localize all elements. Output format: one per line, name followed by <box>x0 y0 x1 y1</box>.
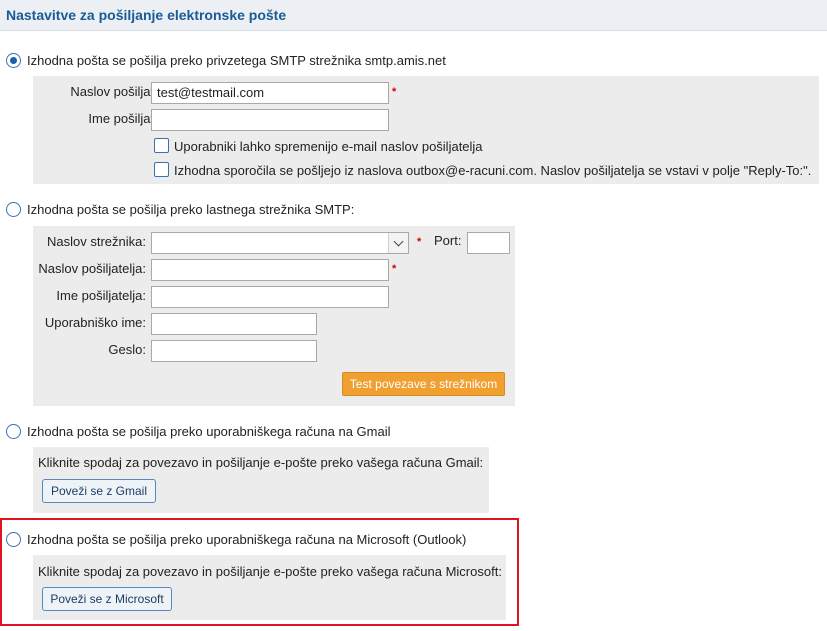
connect-microsoft-button[interactable]: Poveži se z Microsoft <box>42 587 172 611</box>
username-label: Uporabniško ime: <box>44 315 146 330</box>
port-input[interactable] <box>467 232 510 254</box>
own-sender-name-input[interactable] <box>151 286 389 308</box>
sender-address-input[interactable]: test@testmail.com <box>151 82 389 104</box>
radio-own-smtp[interactable] <box>6 201 21 217</box>
required-marker: * <box>392 86 397 98</box>
radio-default-smtp[interactable] <box>6 52 21 68</box>
option-own-smtp-label: Izhodna pošta se pošilja preko lastnega … <box>27 201 355 217</box>
option-microsoft-label: Izhodna pošta se pošilja preko uporabniš… <box>27 531 467 547</box>
default-smtp-panel: Naslov pošiljatelja: test@testmail.com *… <box>33 76 819 184</box>
option-own-smtp[interactable]: Izhodna pošta se pošilja preko lastnega … <box>6 200 354 218</box>
required-marker: * <box>417 236 422 248</box>
connect-gmail-button[interactable]: Poveži se z Gmail <box>42 479 156 503</box>
users-change-checkbox-label: Uporabniki lahko spremenijo e-mail naslo… <box>174 139 483 154</box>
own-sender-address-input[interactable] <box>151 259 389 281</box>
required-marker: * <box>392 263 397 275</box>
own-smtp-panel: Naslov strežnika: * Port: Naslov pošilja… <box>33 226 515 406</box>
microsoft-instruction: Kliknite spodaj za povezavo in pošiljanj… <box>38 564 502 579</box>
option-gmail[interactable]: Izhodna pošta se pošilja preko uporabniš… <box>6 422 391 440</box>
own-sender-name-label: Ime pošiljatelja: <box>56 288 146 303</box>
section-header: Nastavitve za pošiljanje elektronske poš… <box>0 0 827 31</box>
outbox-checkbox-label: Izhodna sporočila se pošljejo iz naslova… <box>174 163 812 178</box>
password-input[interactable] <box>151 340 317 362</box>
chevron-down-icon <box>393 236 404 247</box>
server-address-label: Naslov strežnika: <box>47 234 146 249</box>
users-change-checkbox[interactable] <box>154 138 169 153</box>
username-input[interactable] <box>151 313 317 335</box>
sender-name-input[interactable] <box>151 109 389 131</box>
own-sender-address-label: Naslov pošiljatelja: <box>38 261 146 276</box>
option-gmail-label: Izhodna pošta se pošilja preko uporabniš… <box>27 423 391 439</box>
outbox-checkbox[interactable] <box>154 162 169 177</box>
server-address-select[interactable] <box>151 232 409 254</box>
radio-microsoft[interactable] <box>6 531 21 547</box>
server-dropdown-button[interactable] <box>388 233 408 253</box>
option-default-smtp-label: Izhodna pošta se pošilja preko privzeteg… <box>27 52 446 68</box>
gmail-panel: Kliknite spodaj za povezavo in pošiljanj… <box>33 447 489 513</box>
option-default-smtp[interactable]: Izhodna pošta se pošilja preko privzeteg… <box>6 51 446 69</box>
password-label: Geslo: <box>108 342 146 357</box>
microsoft-panel: Kliknite spodaj za povezavo in pošiljanj… <box>33 555 506 620</box>
radio-gmail[interactable] <box>6 423 21 439</box>
test-connection-button[interactable]: Test povezave s strežnikom <box>342 372 505 396</box>
port-label: Port: <box>434 233 462 248</box>
option-microsoft[interactable]: Izhodna pošta se pošilja preko uporabniš… <box>6 530 466 548</box>
page-title: Nastavitve za pošiljanje elektronske poš… <box>6 7 287 23</box>
gmail-instruction: Kliknite spodaj za povezavo in pošiljanj… <box>38 455 484 470</box>
